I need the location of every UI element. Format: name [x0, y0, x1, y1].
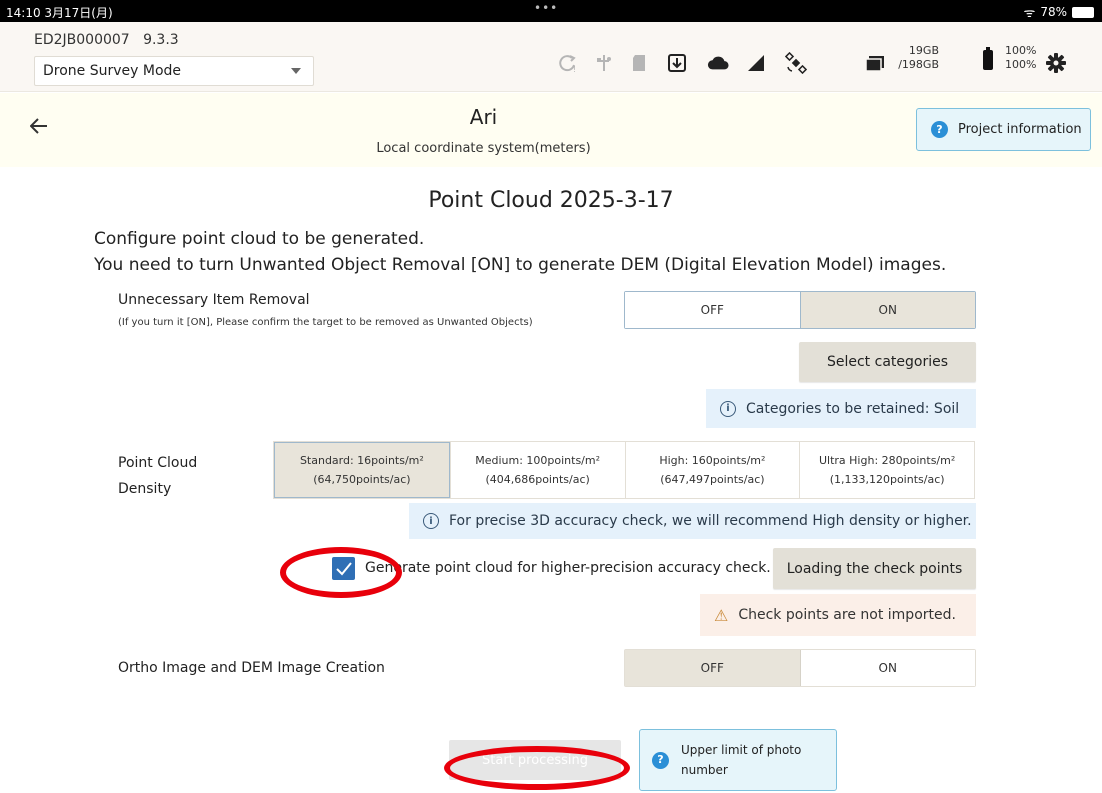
wifi-icon: ᯤ — [1023, 6, 1036, 21]
density-option-high[interactable]: High: 160points/m² (647,497points/ac) — [624, 442, 800, 498]
removal-off-option[interactable]: OFF — [625, 292, 800, 328]
folder-icon — [864, 52, 886, 74]
mode-dropdown[interactable]: Drone Survey Mode — [34, 56, 314, 86]
select-categories-button[interactable]: Select categories — [799, 342, 976, 382]
density-option-title: Ultra High: 280points/m² — [818, 454, 956, 467]
density-info-text: For precise 3D accuracy check, we will r… — [449, 513, 972, 529]
density-selector: Standard: 16points/m² (64,750points/ac) … — [273, 441, 975, 499]
density-info-box: i For precise 3D accuracy check, we will… — [409, 503, 976, 539]
project-title: Ari — [469, 105, 498, 129]
help-icon: ? — [652, 751, 669, 769]
battery-level-a: 100% — [1005, 44, 1037, 57]
page-title: Point Cloud 2025-3-17 — [428, 188, 674, 213]
removal-note: (If you turn it [ON], Please confirm the… — [118, 317, 533, 328]
cloud-icon — [707, 52, 729, 74]
removal-toggle: OFF ON — [624, 291, 976, 329]
status-bar: 14:10 3月17日(月) ••• ᯤ 78% — [0, 0, 1102, 22]
photo-limit-text: Upper limit of photo number — [681, 743, 802, 777]
density-option-title: Medium: 100points/m² — [475, 454, 601, 467]
sd-card-icon — [628, 52, 650, 74]
start-processing-button[interactable]: Start processing — [449, 740, 621, 780]
top-toolbar: ED2JB000007 9.3.3 Drone Survey Mode ! 19… — [0, 22, 1102, 92]
usb-icon — [593, 52, 615, 74]
status-battery-icon — [1072, 6, 1094, 18]
chevron-down-icon — [291, 68, 301, 74]
density-option-per-acre: (404,686points/ac) — [485, 473, 590, 486]
density-option-standard[interactable]: Standard: 16points/m² (64,750points/ac) — [274, 442, 450, 498]
accuracy-checkbox[interactable] — [332, 557, 355, 580]
density-label: Point Cloud Density — [118, 450, 197, 502]
download-icon[interactable] — [666, 52, 688, 74]
removal-on-option[interactable]: ON — [799, 292, 975, 328]
storage-readout: 19GB /198GB — [897, 44, 939, 72]
info-icon: i — [423, 513, 439, 529]
density-option-title: Standard: 16points/m² — [299, 454, 424, 467]
ortho-label: Ortho Image and DEM Image Creation — [118, 660, 385, 676]
density-option-per-acre: (647,497points/ac) — [660, 473, 765, 486]
multitask-dots[interactable]: ••• — [534, 1, 558, 15]
info-icon: i — [720, 400, 736, 417]
intro-text: Configure point cloud to be generated. Y… — [94, 226, 946, 278]
intro-line-1: Configure point cloud to be generated. — [94, 229, 425, 249]
status-time: 14:10 3月17日(月) — [6, 6, 113, 20]
density-option-per-acre: (64,750points/ac) — [313, 473, 411, 486]
device-info: ED2JB000007 9.3.3 — [34, 32, 179, 48]
photo-limit-info-button[interactable]: ? Upper limit of photo number — [639, 729, 837, 791]
sync-icon: ! — [557, 52, 579, 74]
intro-line-2: You need to turn Unwanted Object Removal… — [94, 255, 947, 275]
density-option-per-acre: (1,133,120points/ac) — [829, 473, 945, 486]
battery-level-b: 100% — [1005, 58, 1037, 71]
battery-readout: 100% 100% — [1005, 44, 1036, 72]
removal-label: Unnecessary Item Removal — [118, 292, 310, 308]
device-id: ED2JB000007 — [34, 32, 130, 48]
battery-icon — [983, 47, 993, 70]
density-label-line-2: Density — [118, 481, 172, 497]
density-option-medium[interactable]: Medium: 100points/m² (404,686points/ac) — [449, 442, 625, 498]
ortho-toggle: OFF ON — [624, 649, 976, 687]
density-option-ultra-high[interactable]: Ultra High: 280points/m² (1,133,120point… — [799, 442, 974, 498]
svg-text:!: ! — [573, 65, 576, 73]
ortho-off-option[interactable]: OFF — [625, 650, 800, 686]
ortho-on-option[interactable]: ON — [799, 650, 975, 686]
help-icon: ? — [931, 121, 948, 138]
project-info-button[interactable]: ? Project information — [916, 108, 1091, 151]
check-points-warning: ⚠ Check points are not imported. — [700, 594, 976, 636]
retained-info-box: i Categories to be retained: Soil — [706, 389, 976, 428]
storage-total: /198GB — [898, 58, 939, 71]
load-check-points-button[interactable]: Loading the check points — [773, 548, 976, 589]
battery-percent: 78% — [1040, 5, 1067, 19]
gear-icon[interactable] — [1045, 52, 1067, 74]
satellite-icon — [785, 52, 807, 74]
mode-dropdown-value: Drone Survey Mode — [43, 63, 182, 79]
warning-icon: ⚠ — [714, 605, 729, 625]
accuracy-checkbox-label[interactable]: Generate point cloud for higher-precisio… — [365, 560, 771, 576]
density-option-title: High: 160points/m² — [659, 454, 766, 467]
check-points-warning-text: Check points are not imported. — [738, 607, 956, 623]
density-label-line-1: Point Cloud — [118, 455, 198, 471]
project-info-label: Project information — [958, 122, 1082, 137]
signal-icon — [745, 52, 767, 74]
app-version: 9.3.3 — [143, 32, 179, 48]
storage-used: 19GB — [908, 44, 939, 57]
project-header: Ari Local coordinate system(meters) ? Pr… — [0, 93, 1102, 167]
coordinate-system: Local coordinate system(meters) — [376, 141, 591, 156]
retained-info-text: Categories to be retained: Soil — [746, 400, 960, 417]
